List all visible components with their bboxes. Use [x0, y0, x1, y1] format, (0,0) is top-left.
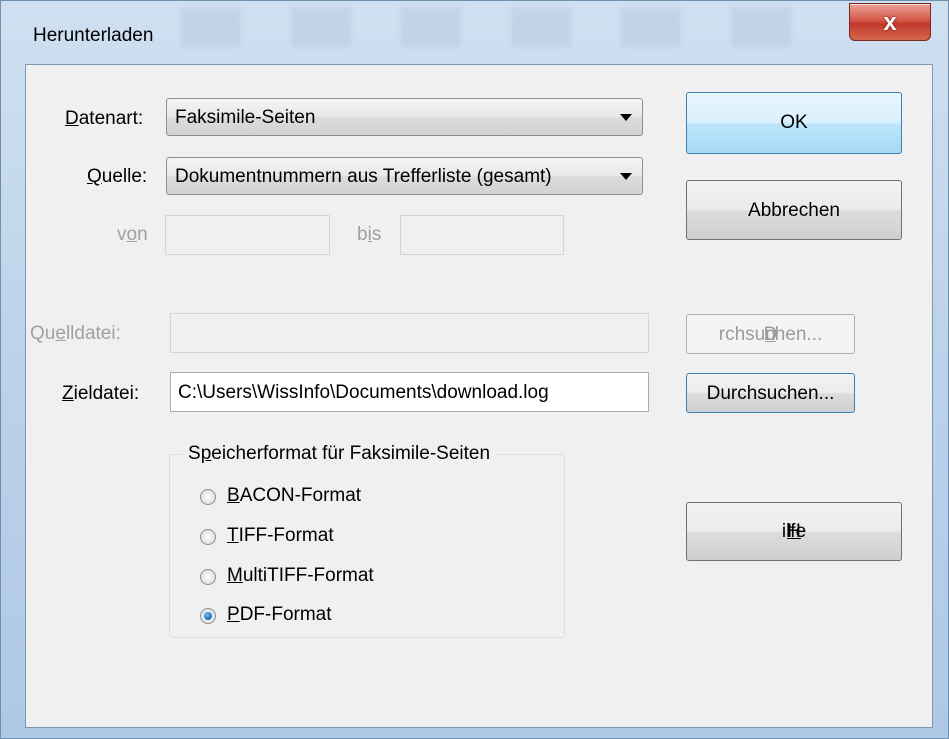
chevron-down-icon: [620, 173, 632, 180]
zieldatei-value: C:\Users\WissInfo\Documents\download.log: [178, 382, 549, 403]
browse-target-button[interactable]: Durchsuchen...: [686, 373, 855, 413]
help-button[interactable]: Hilfe: [686, 502, 902, 561]
multitiff-radio[interactable]: [200, 569, 216, 585]
dialog-body: Datenart: Faksimile-Seiten Quelle: Dokum…: [25, 64, 933, 728]
zieldatei-label: Zieldatei:: [62, 383, 140, 404]
window-title: Herunterladen: [33, 25, 154, 46]
quelldatei-label: Quelldatei:: [30, 323, 121, 344]
quelle-value: Dokumentnummern aus Trefferliste (gesamt…: [175, 166, 552, 187]
quelldatei-field[interactable]: [170, 313, 649, 353]
chevron-down-icon: [620, 114, 632, 121]
von-field[interactable]: [165, 215, 330, 255]
bis-field[interactable]: [400, 215, 564, 255]
ok-button[interactable]: OK: [686, 92, 902, 154]
titlebar-background: [181, 7, 841, 47]
bacon-radio[interactable]: [200, 489, 216, 505]
datenart-select[interactable]: Faksimile-Seiten: [166, 98, 643, 136]
download-dialog: Herunterladen x Datenart: Faksimile-Seit…: [0, 0, 949, 739]
zieldatei-field[interactable]: C:\Users\WissInfo\Documents\download.log: [170, 372, 649, 412]
quelle-select[interactable]: Dokumentnummern aus Trefferliste (gesamt…: [166, 157, 643, 195]
multitiff-label[interactable]: MultiTIFF-Format: [227, 565, 374, 587]
pdf-radio[interactable]: [200, 608, 216, 624]
bis-label: bis: [357, 224, 382, 245]
pdf-label[interactable]: PDF-Format: [227, 604, 332, 626]
von-label: von: [117, 224, 148, 245]
bacon-label[interactable]: BACON-Format: [227, 485, 361, 507]
quelle-label: Quelle:: [87, 166, 148, 187]
browse-source-button[interactable]: Du rchsuchen...: [686, 314, 855, 354]
close-icon: x: [883, 9, 897, 36]
datenart-label: Datenart:: [65, 108, 144, 129]
format-group-title: Speicherformat für Faksimile-Seiten: [182, 443, 497, 465]
tiff-label[interactable]: TIFF-Format: [227, 525, 334, 547]
close-button[interactable]: x: [849, 3, 931, 41]
cancel-button[interactable]: Abbrechen: [686, 180, 902, 240]
datenart-value: Faksimile-Seiten: [175, 107, 316, 128]
tiff-radio[interactable]: [200, 529, 216, 545]
